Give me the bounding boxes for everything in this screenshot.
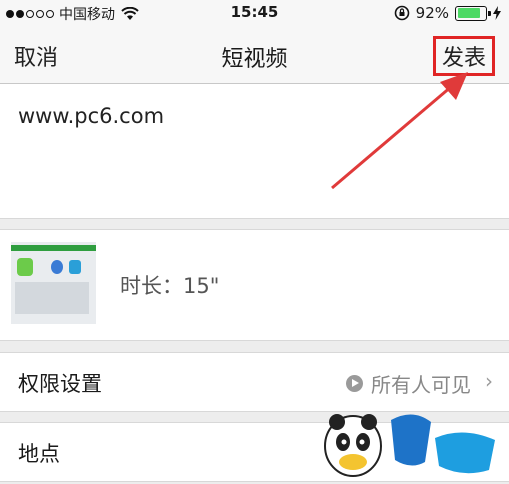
status-right: 92% (394, 4, 501, 22)
battery-icon (455, 5, 491, 21)
battery-percent: 92% (415, 4, 449, 22)
video-duration: 时长：15" (120, 274, 220, 298)
post-text: www.pc6.com (18, 104, 165, 128)
status-bar: 中国移动 15:45 92% (0, 0, 509, 26)
permission-label: 权限设置 (18, 372, 102, 396)
permission-value-text: 所有人可见 (371, 373, 471, 397)
video-row: 时长：15" (0, 229, 509, 341)
charging-icon (493, 6, 501, 20)
publish-button[interactable]: 发表 (432, 36, 495, 76)
permission-value: 所有人可见 (346, 369, 471, 398)
visibility-icon (346, 375, 363, 392)
location-label: 地点 (18, 442, 60, 466)
video-thumbnail[interactable] (11, 242, 96, 324)
chevron-right-icon: › (485, 369, 493, 393)
post-text-area[interactable]: www.pc6.com (0, 84, 509, 219)
navigation-bar: 取消 短视频 发表 (0, 26, 509, 84)
watermark-logo (324, 414, 495, 477)
rotation-lock-icon (394, 5, 409, 21)
